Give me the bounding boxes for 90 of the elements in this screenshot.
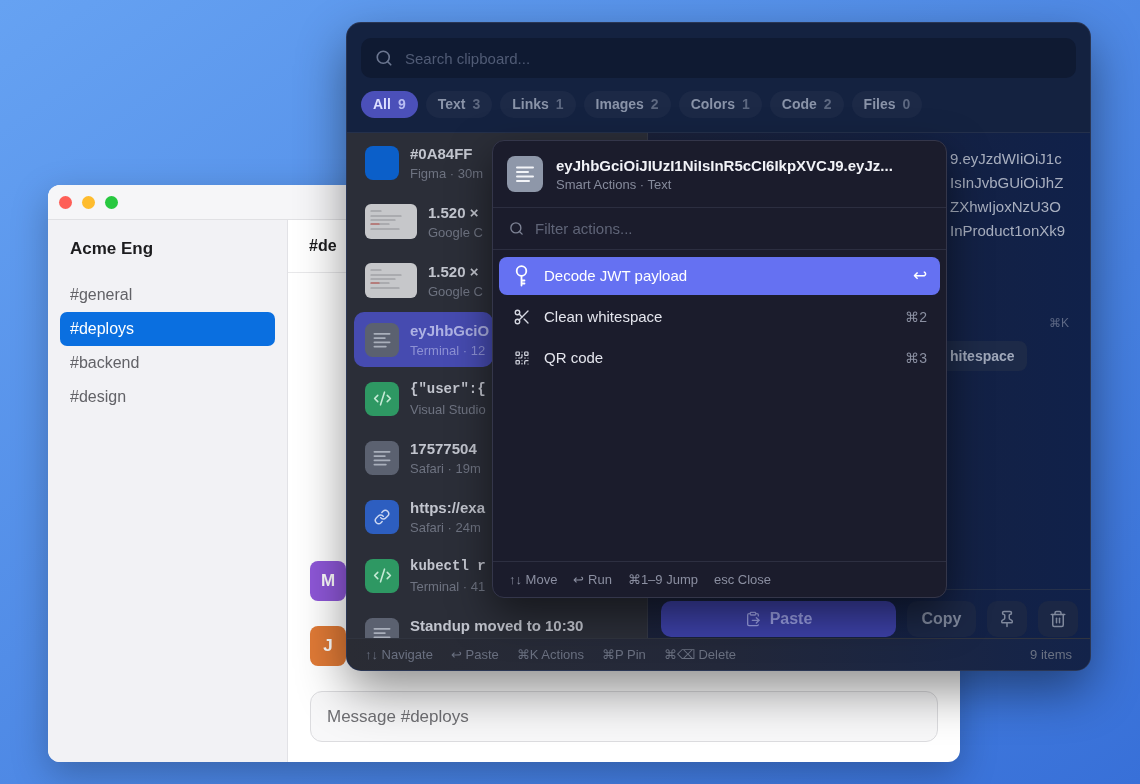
item-source: Safari · 19m: [410, 459, 481, 477]
shortcut-hint: ↑↓ Navigate: [365, 645, 433, 664]
key-icon: [514, 265, 529, 287]
pin-icon: [998, 610, 1016, 628]
trash-icon: [1049, 610, 1067, 628]
clip-subtitle: Smart Actions · Text: [556, 176, 672, 193]
keyboard-shortcut: ⌘2: [905, 307, 927, 327]
user-avatar: J: [310, 626, 346, 666]
item-title: 1.520 ×: [428, 261, 479, 281]
channel-item[interactable]: #design: [60, 380, 275, 414]
search-icon: [509, 221, 524, 236]
pin-button[interactable]: [987, 601, 1027, 637]
shortcut-hint: esc Close: [713, 570, 772, 589]
keyboard-shortcut: ↩: [913, 265, 927, 288]
action-item[interactable]: QR code ⌘3: [499, 339, 940, 377]
channel-title: #de: [309, 236, 337, 256]
item-title: Standup moved to 10:30: [410, 615, 584, 635]
clip-title: eyJhbGciOiJIUzI1NiIsInR5cCI6IkpXVCJ9.eyJz...: [556, 155, 893, 175]
keyboard-shortcut: ⌘K: [1049, 315, 1069, 331]
clipboard-item[interactable]: https://exa Safari · 24m: [354, 489, 492, 544]
preview-text-line: 9.eyJzdWIiOiJ1c: [950, 149, 1062, 169]
clipboard-icon: [744, 611, 761, 627]
preview-text-line: ZXhwIjoxNzU3O: [950, 197, 1061, 217]
shortcut-hint: ↑↓ Move: [509, 570, 558, 589]
clipboard-item[interactable]: #0A84FF Figma · 30m: [354, 135, 492, 190]
code-icon: [365, 381, 399, 416]
filter-chip[interactable]: All 9: [361, 91, 418, 118]
preview-text-line: InProduct1onXk9: [950, 221, 1066, 241]
item-source: Google C: [428, 223, 483, 241]
action-item[interactable]: Clean whitespace ⌘2: [499, 298, 940, 336]
item-title: eyJhbGciO: [410, 320, 490, 340]
item-source: Figma · 30m: [410, 164, 483, 182]
close-button[interactable]: [59, 195, 72, 209]
paste-button[interactable]: Paste: [661, 601, 896, 637]
clipboard-item[interactable]: 1.520 × Google C: [354, 253, 492, 308]
text-lines-icon: [365, 440, 399, 475]
shortcut-hint: ↩ Paste: [450, 645, 499, 664]
user-avatar: M: [310, 561, 346, 601]
clipboard-item[interactable]: 1.520 × Google C: [354, 194, 492, 249]
keyboard-shortcut: ⌘3: [905, 348, 927, 368]
clipboard-item[interactable]: eyJhbGciO Terminal · 12: [354, 312, 494, 367]
workspace-name: Acme Eng: [70, 239, 154, 259]
clipboard-item[interactable]: kubectl r Terminal · 41: [354, 548, 492, 603]
filter-field[interactable]: Filter actions...: [493, 208, 946, 249]
filter-chip[interactable]: Images 2: [583, 91, 671, 118]
shortcut-hint: ⌘⌫ Delete: [663, 645, 737, 664]
item-source: Visual Studio: [410, 400, 486, 418]
screenshot-thumbnail: [365, 204, 417, 239]
channel-item[interactable]: #deploys: [60, 312, 275, 346]
item-source: Terminal · 41: [410, 577, 486, 595]
shortcut-hint: ⌘P Pin: [602, 645, 646, 664]
shortcut-hint: ↩ Run: [573, 570, 612, 589]
text-lines-icon: [507, 156, 543, 192]
zoom-button[interactable]: [105, 195, 118, 209]
item-title: kubectl r: [410, 556, 486, 576]
search-icon: [375, 49, 393, 67]
item-source: Safari · 24m: [410, 518, 481, 536]
screenshot-thumbnail: [365, 263, 417, 298]
code-icon: [365, 558, 399, 593]
action-item[interactable]: Decode JWT payload ↩: [499, 257, 940, 295]
minimize-button[interactable]: [82, 195, 95, 209]
delete-button[interactable]: [1038, 601, 1078, 637]
item-count: 9 items: [1030, 645, 1072, 664]
preview-text-line: IsInJvbGUiOiJhZ: [950, 173, 1064, 193]
search-field[interactable]: Search clipboard...: [361, 38, 1076, 78]
item-source: Terminal · 12: [410, 341, 486, 359]
item-source: Google C: [428, 282, 483, 300]
filter-chip[interactable]: Colors 1: [678, 91, 762, 118]
message-input[interactable]: Message #deploys: [310, 691, 938, 742]
link-icon: [365, 499, 399, 534]
filter-chip[interactable]: Text 3: [425, 91, 493, 118]
qr-code-icon: [513, 350, 530, 366]
filter-chip[interactable]: Links 1: [500, 91, 576, 118]
item-title: #0A84FF: [410, 143, 473, 163]
scissors-icon: [512, 308, 531, 326]
clipboard-item[interactable]: {"user":{ Visual Studio: [354, 371, 492, 426]
filter-chip[interactable]: Code 2: [769, 91, 844, 118]
clipboard-item[interactable]: 17577504 Safari · 19m: [354, 430, 492, 485]
text-lines-icon: [365, 322, 399, 357]
filter-chip[interactable]: Files 0: [851, 91, 923, 118]
channel-item[interactable]: #backend: [60, 346, 275, 380]
channel-item[interactable]: #general: [60, 278, 275, 312]
shortcut-hint: ⌘1–9 Jump: [627, 570, 698, 589]
item-title: 1.520 ×: [428, 202, 479, 222]
shortcut-hint: ⌘K Actions: [516, 645, 584, 664]
copy-button[interactable]: Copy: [907, 601, 976, 637]
item-title: https://exa: [410, 497, 485, 517]
item-title: {"user":{: [410, 379, 486, 399]
item-title: 17577504: [410, 438, 477, 458]
action-chip[interactable]: hitespace: [947, 341, 1027, 371]
